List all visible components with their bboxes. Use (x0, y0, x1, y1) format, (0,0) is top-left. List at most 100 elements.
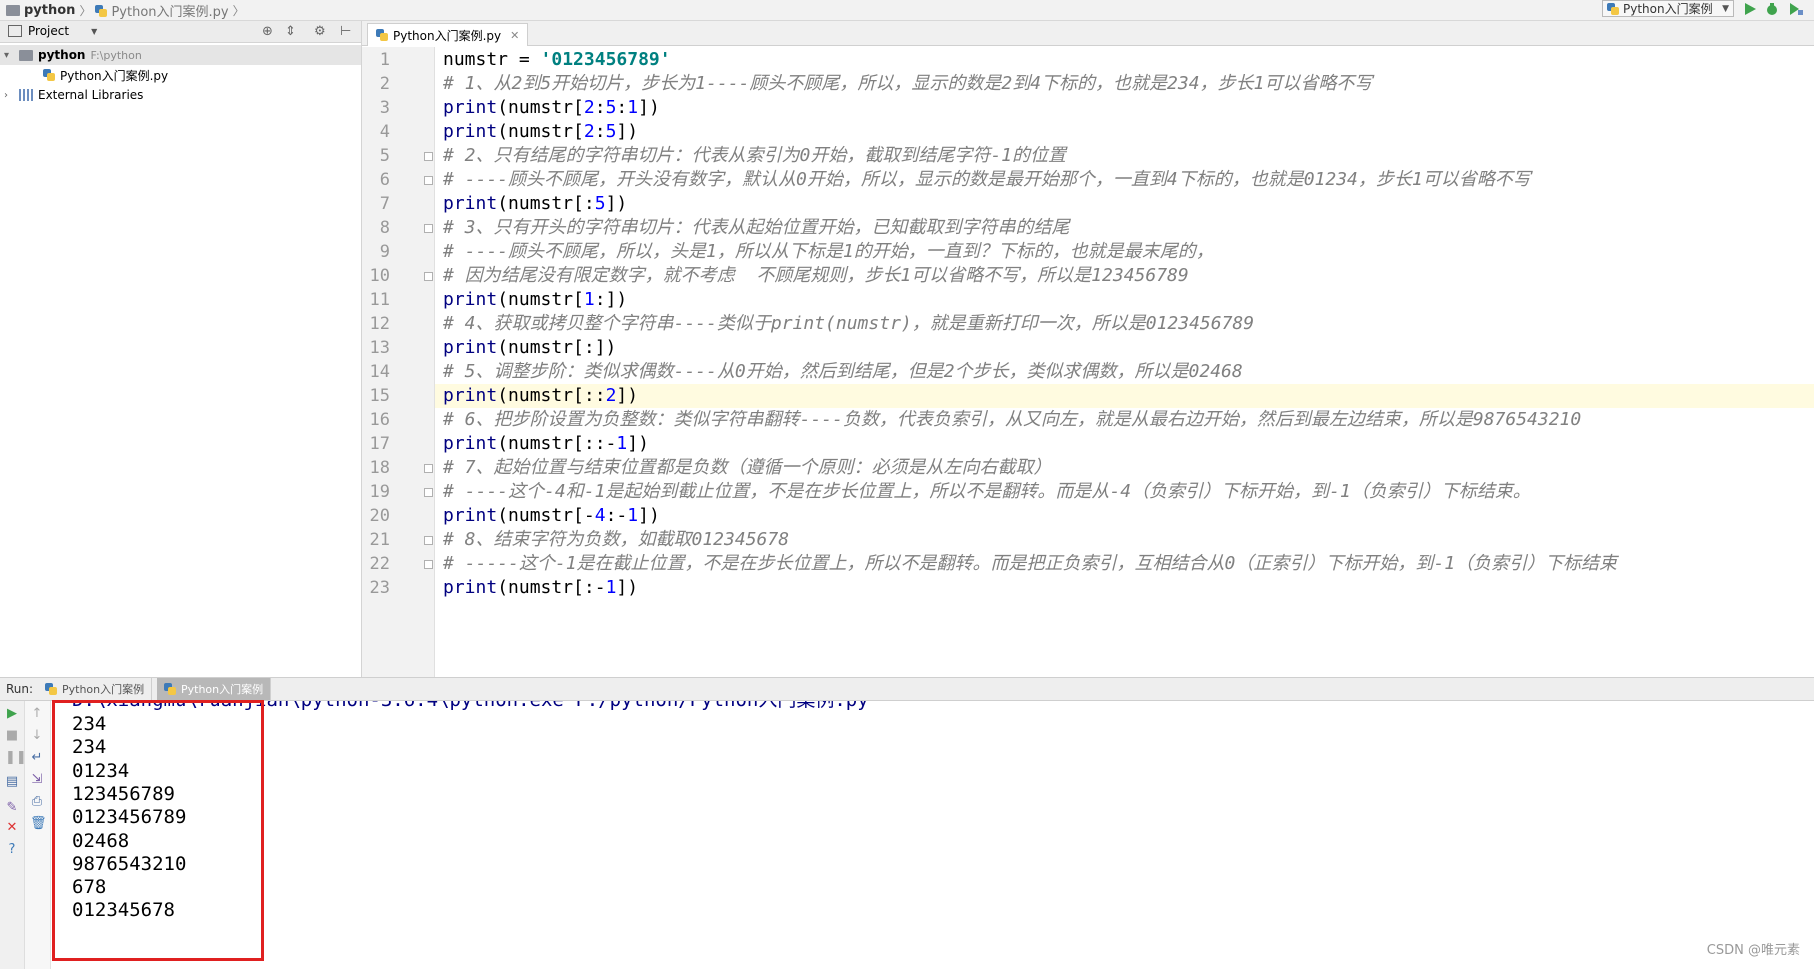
run-tab-1[interactable]: Python入门案例 (38, 678, 153, 700)
code-line[interactable]: print(numstr[2:5:1]) (435, 96, 1814, 120)
fold-marker-icon[interactable] (424, 272, 433, 281)
output-highlight-box (52, 700, 264, 961)
pause-icon[interactable]: ❚❚ (5, 751, 27, 765)
editor-tab-file[interactable]: Python入门案例.py ✕ (367, 23, 529, 46)
arrow-up-icon[interactable]: ↑ (30, 707, 44, 721)
run-tab-2[interactable]: Python入门案例 (157, 678, 272, 700)
print-icon[interactable]: ⎙ (30, 795, 44, 809)
code-comment: # ----顾头不顾尾，所以，头是1，所以从下标是1的开始，一直到？下标的，也就… (443, 241, 1214, 262)
chevron-down-icon[interactable]: ▾ (4, 50, 14, 61)
hide-panel-icon[interactable]: ⊢ (340, 24, 351, 39)
tree-item-libraries[interactable]: › External Libraries (0, 85, 361, 105)
line-number: 21 (369, 530, 390, 550)
code-line[interactable]: print(numstr[:5]) (435, 192, 1814, 216)
tree-file-name: Python入门案例.py (60, 68, 169, 83)
scroll-to-end-icon[interactable]: ⇲ (30, 773, 44, 787)
code-line[interactable]: print(numstr[2:5]) (435, 120, 1814, 144)
restore-layout-icon[interactable]: ▤ (5, 775, 19, 789)
line-number: 9 (379, 242, 390, 262)
project-panel: Project ▼ ⊕ ⇕ ⚙ ⊢ ▾ python F:\python Pyt… (0, 21, 362, 677)
fold-marker-icon[interactable] (424, 560, 433, 569)
arrow-down-icon[interactable]: ↓ (30, 729, 44, 743)
run-tab-1-label: Python入门案例 (62, 683, 145, 696)
code-area[interactable]: numstr = '0123456789' # 1、从2到5开始切片，步长为1--… (435, 47, 1814, 677)
code-line[interactable]: # 1、从2到5开始切片，步长为1----顾头不顾尾，所以，显示的数是2到4下标… (435, 72, 1814, 96)
chevron-right-icon[interactable]: › (4, 90, 14, 101)
fold-marker-icon[interactable] (424, 536, 433, 545)
run-panel: Run: Python入门案例 Python入门案例 ▶ ■ ❚❚ ▤ ✎ ✕ … (0, 677, 1814, 969)
code-line[interactable]: # -----这个-1是在截止位置，不是在步长位置上，所以不是翻转。而是把正负索… (435, 552, 1814, 576)
breadcrumb-project[interactable]: python (24, 3, 75, 18)
help-icon[interactable]: ? (5, 843, 19, 857)
watermark: CSDN @唯元素 (1706, 943, 1800, 958)
code-line[interactable]: # ----顾头不顾尾，所以，头是1，所以从下标是1的开始，一直到？下标的，也就… (435, 240, 1814, 264)
code-statement: print(numstr[:]) (443, 337, 617, 358)
line-number: 18 (369, 458, 390, 478)
line-number: 5 (379, 146, 390, 166)
run-configuration-selector[interactable]: Python入门案例 ▼ (1602, 0, 1734, 17)
chevron-down-icon: ▼ (1722, 3, 1729, 14)
breadcrumb-file[interactable]: Python入门案例.py (111, 1, 228, 20)
code-line[interactable]: print(numstr[-4:-1]) (435, 504, 1814, 528)
line-number: 14 (369, 362, 390, 382)
library-icon (19, 89, 33, 101)
coverage-icon[interactable] (1788, 1, 1804, 17)
code-line[interactable]: # 2、只有结尾的字符串切片：代表从索引为0开始，截取到结尾字符-1的位置 (435, 144, 1814, 168)
editor-tab-bar: Python入门案例.py ✕ (362, 21, 1814, 46)
code-line[interactable]: # 4、获取或拷贝整个字符串----类似于print(numstr)，就是重新打… (435, 312, 1814, 336)
code-statement: print(numstr[1:]) (443, 289, 628, 310)
fold-marker-icon[interactable] (424, 464, 433, 473)
gear-icon[interactable]: ⚙ (314, 24, 326, 39)
code-line[interactable]: print(numstr[:]) (435, 336, 1814, 360)
line-number: 15 (369, 386, 390, 406)
project-view-icon (8, 25, 22, 37)
code-line[interactable]: print(numstr[::2]) (435, 384, 1814, 408)
code-line[interactable]: # ----这个-4和-1是起始到截止位置，不是在步长位置上，所以不是翻转。而是… (435, 480, 1814, 504)
chevron-down-icon[interactable]: ▼ (91, 27, 97, 36)
trash-icon[interactable]: 🗑 (30, 817, 47, 831)
line-number: 6 (379, 170, 390, 190)
code-comment: # 4、获取或拷贝整个字符串----类似于print(numstr)，就是重新打… (443, 313, 1255, 334)
breadcrumb: python 〉 Python入门案例.py 〉 (6, 1, 245, 20)
stop-icon[interactable]: ■ (5, 729, 19, 743)
line-number-gutter: 1 2 3 4 5 6 7 8 9 10 11 12 13 14 15 16 17 18 19 20 21 22 23 (362, 47, 435, 677)
close-icon[interactable]: ✕ (5, 821, 19, 835)
rerun-icon[interactable]: ▶ (5, 707, 19, 721)
project-view-label[interactable]: Project (28, 24, 69, 38)
code-line[interactable]: # ----顾头不顾尾，开头没有数字，默认从0开始，所以，显示的数是最开始那个，… (435, 168, 1814, 192)
line-number: 12 (369, 314, 390, 334)
code-line[interactable]: # 5、调整步阶：类似求偶数----从0开始，然后到结尾，但是2个步长，类似求偶… (435, 360, 1814, 384)
code-line[interactable]: print(numstr[1:]) (435, 288, 1814, 312)
run-icon[interactable] (1742, 1, 1758, 17)
fold-marker-icon[interactable] (424, 488, 433, 497)
code-statement: print(numstr[::-1]) (443, 433, 649, 454)
code-line[interactable]: numstr = '0123456789' (435, 48, 1814, 72)
navigation-bar: python 〉 Python入门案例.py 〉 Python入门案例 ▼ (0, 0, 1814, 21)
fold-marker-icon[interactable] (424, 176, 433, 185)
code-statement: print(numstr[-4:-1]) (443, 505, 660, 526)
code-line[interactable]: # 3、只有开头的字符串切片：代表从起始位置开始，已知截取到字符串的结尾 (435, 216, 1814, 240)
collapse-all-icon[interactable]: ⇕ (285, 24, 296, 39)
tree-root-name: python (38, 48, 86, 62)
soft-wrap-icon[interactable]: ↵ (30, 751, 44, 765)
code-line[interactable]: # 因为结尾没有限定数字，就不考虑 不顾尾规则，步长1可以省略不写，所以是123… (435, 264, 1814, 288)
locate-icon[interactable]: ⊕ (262, 24, 273, 39)
fold-marker-icon[interactable] (424, 152, 433, 161)
pin-icon[interactable]: ✎ (5, 801, 19, 815)
line-number: 16 (369, 410, 390, 430)
debug-icon[interactable] (1764, 1, 1780, 17)
code-line[interactable]: # 6、把步阶设置为负整数：类似字符串翻转----负数，代表负索引，从又向左，就… (435, 408, 1814, 432)
close-icon[interactable]: ✕ (510, 29, 519, 42)
tree-item-root[interactable]: ▾ python F:\python (0, 45, 361, 65)
line-number: 19 (369, 482, 390, 502)
code-comment: # 3、只有开头的字符串切片：代表从起始位置开始，已知截取到字符串的结尾 (443, 217, 1070, 238)
tree-item-file[interactable]: Python入门案例.py (0, 65, 361, 85)
code-line[interactable]: # 7、起始位置与结束位置都是负数（遵循一个原则：必须是从左向右截取） (435, 456, 1814, 480)
fold-marker-icon[interactable] (424, 224, 433, 233)
console-output[interactable]: D:\xiangmu\ruanjian\python-3.6.4\python.… (62, 701, 1802, 969)
code-line[interactable]: # 8、结束字符为负数，如截取012345678 (435, 528, 1814, 552)
code-comment: # -----这个-1是在截止位置，不是在步长位置上，所以不是翻转。而是把正负索… (443, 553, 1618, 574)
code-line[interactable]: print(numstr[:-1]) (435, 576, 1814, 600)
code-comment: # 2、只有结尾的字符串切片：代表从索引为0开始，截取到结尾字符-1的位置 (443, 145, 1067, 166)
code-line[interactable]: print(numstr[::-1]) (435, 432, 1814, 456)
